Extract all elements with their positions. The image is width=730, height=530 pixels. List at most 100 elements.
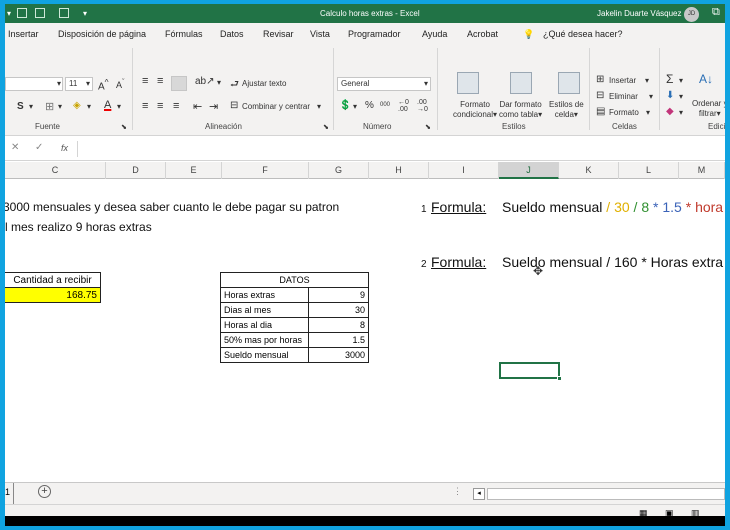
datos-value[interactable]: 30	[308, 302, 369, 318]
tell-me-search[interactable]: ¿Qué desea hacer?	[543, 29, 623, 39]
thousands-button[interactable]: 000	[380, 102, 390, 108]
sheet-tab[interactable]: 1	[5, 487, 10, 497]
qat-grid-icon[interactable]	[17, 8, 27, 18]
scroll-left-icon[interactable]: ◂	[473, 488, 485, 500]
align-middle-icon[interactable]: ≡	[157, 75, 163, 87]
cell-styles-button[interactable]: Estilos de celda▾	[549, 100, 584, 120]
tab-formulas[interactable]: Fórmulas	[165, 29, 203, 39]
tab-disposicion[interactable]: Disposición de página	[58, 29, 146, 39]
column-header-k[interactable]: K	[559, 162, 619, 179]
column-header-j[interactable]: J	[499, 162, 559, 179]
confirm-formula-icon[interactable]: ✓	[35, 142, 43, 153]
chevron-down-icon[interactable]: ▾	[57, 79, 61, 88]
ribbon-display-icon[interactable]: ⧉	[712, 6, 720, 19]
shrink-font-icon[interactable]: Aˇ	[116, 77, 125, 90]
borders-icon[interactable]: ⊞	[45, 100, 54, 113]
horizontal-scrollbar[interactable]	[487, 488, 725, 500]
chevron-down-icon[interactable]: ▾	[117, 102, 121, 111]
align-top-icon[interactable]: ≡	[142, 75, 148, 87]
fill-icon[interactable]: ⬇	[666, 90, 674, 101]
column-header-c[interactable]: C	[5, 162, 106, 179]
insert-cells-icon[interactable]: ⊞	[596, 74, 604, 85]
underline-icon[interactable]: S	[17, 101, 24, 112]
column-header-i[interactable]: I	[429, 162, 499, 179]
tab-ayuda[interactable]: Ayuda	[422, 29, 447, 39]
qat-dropdown-icon[interactable]: ▾	[7, 9, 11, 18]
column-header-h[interactable]: H	[369, 162, 429, 179]
cancel-formula-icon[interactable]: ✕	[11, 142, 19, 153]
autosum-icon[interactable]: Σ	[666, 72, 673, 86]
tab-datos[interactable]: Datos	[220, 29, 244, 39]
datos-label[interactable]: Dias al mes	[220, 302, 309, 318]
column-header-g[interactable]: G	[309, 162, 369, 179]
add-sheet-icon[interactable]: +	[38, 485, 51, 498]
chevron-down-icon[interactable]: ▾	[353, 102, 357, 111]
lightbulb-icon[interactable]: 💡	[523, 29, 534, 40]
decrease-indent-icon[interactable]: ⇤	[193, 100, 202, 113]
conditional-format-icon[interactable]	[457, 72, 479, 94]
format-as-table-button[interactable]: Dar formato como tabla▾	[499, 100, 542, 120]
qat-more-icon[interactable]: ▾	[83, 9, 87, 18]
datos-value[interactable]: 9	[308, 287, 369, 303]
chevron-down-icon[interactable]: ▾	[29, 102, 33, 111]
dialog-launcher-icon[interactable]: ⬊	[425, 123, 431, 131]
tab-vista[interactable]: Vista	[310, 29, 330, 39]
fill-handle[interactable]	[557, 376, 562, 381]
wrap-text-icon[interactable]: ⮐	[230, 77, 239, 94]
chevron-down-icon[interactable]: ▾	[86, 79, 90, 88]
table-format-icon[interactable]	[510, 72, 532, 94]
align-center-icon[interactable]: ≡	[157, 100, 163, 112]
chevron-down-icon[interactable]: ▾	[646, 108, 650, 117]
datos-label[interactable]: Sueldo mensual	[220, 347, 309, 363]
increase-indent-icon[interactable]: ⇥	[209, 100, 218, 113]
merge-center-label[interactable]: Combinar y centrar	[242, 102, 310, 111]
tab-programador[interactable]: Programador	[348, 29, 401, 39]
chevron-down-icon[interactable]: ▾	[217, 78, 221, 87]
selected-cell[interactable]	[499, 362, 562, 381]
chevron-down-icon[interactable]: ▾	[317, 102, 321, 111]
grow-font-icon[interactable]: A^	[98, 77, 109, 92]
conditional-format-button[interactable]: Formato condicional▾	[453, 100, 497, 120]
datos-label[interactable]: 50% mas por horas	[220, 332, 309, 348]
font-name-select[interactable]	[5, 77, 63, 91]
clear-icon[interactable]: ◆	[666, 106, 674, 117]
chevron-down-icon[interactable]: ▾	[649, 92, 653, 101]
cell-styles-icon[interactable]	[558, 72, 580, 94]
datos-value[interactable]: 8	[308, 317, 369, 333]
format-cells-icon[interactable]: ▤	[596, 106, 605, 117]
column-header-l[interactable]: L	[619, 162, 679, 179]
dialog-launcher-icon[interactable]: ⬊	[121, 123, 127, 131]
qat-table-icon[interactable]	[59, 8, 69, 18]
chevron-down-icon[interactable]: ▾	[645, 76, 649, 85]
align-left-icon[interactable]: ≡	[142, 100, 148, 112]
datos-value[interactable]: 1.5	[308, 332, 369, 348]
column-header-m[interactable]: M	[679, 162, 725, 179]
result-header[interactable]: Cantidad a recibir	[5, 272, 101, 288]
format-cells-button[interactable]: Formato	[609, 108, 639, 117]
delete-cells-icon[interactable]: ⊟	[596, 90, 604, 101]
datos-value[interactable]: 3000	[308, 347, 369, 363]
chevron-down-icon[interactable]: ▾	[679, 108, 683, 117]
column-header-e[interactable]: E	[166, 162, 222, 179]
merge-icon[interactable]: ⊟	[230, 100, 238, 111]
chevron-down-icon[interactable]: ▾	[58, 102, 62, 111]
insert-function-icon[interactable]: fx	[61, 143, 68, 153]
datos-title[interactable]: DATOS	[220, 272, 369, 288]
chevron-down-icon[interactable]: ▾	[87, 102, 91, 111]
align-bottom-button[interactable]	[171, 76, 187, 91]
tab-insertar[interactable]: Insertar	[8, 29, 39, 39]
qat-border-icon[interactable]	[35, 8, 45, 18]
formula-input[interactable]	[77, 141, 725, 157]
delete-cells-button[interactable]: Eliminar	[609, 92, 638, 101]
column-header-d[interactable]: D	[106, 162, 166, 179]
dialog-launcher-icon[interactable]: ⬊	[323, 123, 329, 131]
sort-filter-icon[interactable]: A↓	[699, 72, 713, 86]
column-header-f[interactable]: F	[222, 162, 309, 179]
datos-label[interactable]: Horas extras	[220, 287, 309, 303]
orientation-icon[interactable]: ab↗	[195, 76, 215, 87]
chevron-down-icon[interactable]: ▾	[679, 76, 683, 85]
worksheet-grid[interactable]: 3000 mensuales y desea saber cuanto le d…	[5, 179, 725, 482]
chevron-down-icon[interactable]: ▾	[679, 92, 683, 101]
result-value[interactable]: 168.75	[5, 287, 101, 303]
user-name[interactable]: Jakelin Duarte Vásquez	[597, 9, 682, 18]
